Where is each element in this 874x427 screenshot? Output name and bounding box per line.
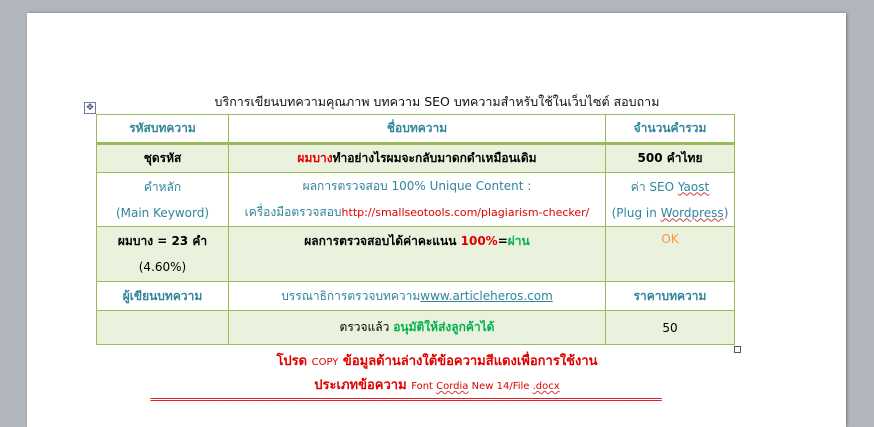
note-instruction: ข้อมูลด้านล่างใต้ข้อความสีแดงเพื่อการใช้… xyxy=(338,354,598,369)
article-title-cell: ผมบางทำอย่างไรผมจะกลับมาดกดำเหมือนเดิม xyxy=(228,143,606,173)
score-equals: = xyxy=(497,234,508,248)
editor-site-link[interactable]: www.articleheros.com xyxy=(420,289,553,303)
check-result-text: ผลการตรวจสอบ 100% Unique Content : xyxy=(302,179,532,193)
note-please: โปรด xyxy=(276,354,312,369)
main-keyword-cell: คำหลัก (Main Keyword) xyxy=(96,172,229,227)
separator-line: ========================================… xyxy=(150,393,662,406)
score-label: ผลการตรวจสอบได้ค่าคะแนน xyxy=(304,234,461,248)
price-value-cell: 50 xyxy=(605,310,735,345)
seo-value-cell: ค่า SEO Yaost (Plug in Wordpress) xyxy=(605,172,735,227)
check-tool-link[interactable]: http://smallseotools.com/plagiarism-chec… xyxy=(342,206,590,219)
table-header-row: รหัสบทความ ชื่อบทความ จำนวนคำรวม xyxy=(96,114,735,144)
format-new: New 14/File xyxy=(468,381,533,392)
document-title: บริการเขียนบทความคุณภาพ บทความ SEO บทควา… xyxy=(214,94,660,109)
format-instruction: ประเภทข้อความ Font Cordia New 14/File .d… xyxy=(0,374,874,395)
plagiarism-check-cell: ผลการตรวจสอบ 100% Unique Content : เครื่… xyxy=(228,172,606,227)
plugin-open: (Plug in xyxy=(611,205,661,220)
header-article-title: ชื่อบทความ xyxy=(228,114,606,144)
table-row: ผู้เขียนบทความ บรรณาธิการตรวจบทความwww.a… xyxy=(96,281,735,311)
approved-label: อนุมัติให้ส่งลูกค้าได้ xyxy=(393,320,495,334)
score-cell: ผลการตรวจสอบได้ค่าคะแนน 100%=ผ่าน xyxy=(228,226,606,282)
plugin-close: ) xyxy=(723,205,729,220)
keyword-count: ผมบาง = 23 คำ xyxy=(117,234,208,248)
article-info-table: รหัสบทความ ชื่อบทความ จำนวนคำรวม ชุดรหัส… xyxy=(96,114,735,345)
table-row: ตรวจแล้ว อนุมัติให้ส่งลูกค้าได้ 50 xyxy=(96,310,735,345)
score-value: 100% xyxy=(460,234,498,248)
table-row: ผมบาง = 23 คำ (4.60%) ผลการตรวจสอบได้ค่า… xyxy=(96,226,735,282)
keyword-sublabel: (Main Keyword) xyxy=(115,205,210,220)
check-tool-label: เครื่องมือตรวจสอบ xyxy=(244,205,342,219)
table-row: ชุดรหัส ผมบางทำอย่างไรผมจะกลับมาดกดำเหมื… xyxy=(96,143,735,173)
keyword-label: คำหลัก xyxy=(143,179,182,194)
checked-label: ตรวจแล้ว xyxy=(339,320,394,334)
format-font: Font xyxy=(411,381,437,392)
note-copy-word: COPY xyxy=(311,357,339,368)
table-row: คำหลัก (Main Keyword) ผลการตรวจสอบ 100% … xyxy=(96,172,735,227)
editor-label: บรรณาธิการตรวจบทความ xyxy=(281,288,421,303)
copy-instruction: โปรด COPY ข้อมูลด้านล่างใต้ข้อความสีแดงเ… xyxy=(0,350,874,371)
approval-cell: ตรวจแล้ว อนุมัติให้ส่งลูกค้าได้ xyxy=(228,310,606,345)
seo-label: ค่า SEO xyxy=(630,179,678,194)
format-cordia: Cordia xyxy=(436,381,469,392)
keyword-density-cell: ผมบาง = 23 คำ (4.60%) xyxy=(96,226,229,282)
format-label: ประเภทข้อความ xyxy=(314,378,412,393)
title-keyword: ผมบาง xyxy=(297,151,333,165)
editor-cell: บรรณาธิการตรวจบทความwww.articleheros.com xyxy=(228,281,606,311)
writer-label-cell: ผู้เขียนบทความ xyxy=(96,281,229,311)
word-count-cell: 500 คำไทย xyxy=(605,143,735,173)
keyword-percent: (4.60%) xyxy=(138,260,187,274)
seo-plugin-name: Yaost xyxy=(677,179,710,194)
table-move-icon[interactable]: ✥ xyxy=(84,102,96,114)
format-docx: .docx xyxy=(532,381,560,392)
plugin-wordpress: Wordpress xyxy=(660,205,724,220)
title-rest: ทำอย่างไรผมจะกลับมาดกดำเหมือนเดิม xyxy=(332,151,537,165)
price-label-cell: ราคาบทความ xyxy=(605,281,735,311)
header-word-count: จำนวนคำรวม xyxy=(605,114,735,144)
article-code-cell: ชุดรหัส xyxy=(96,143,229,173)
seo-ok-cell: OK xyxy=(605,226,735,282)
score-pass: ผ่าน xyxy=(507,234,530,248)
empty-cell xyxy=(96,310,229,345)
header-article-code: รหัสบทความ xyxy=(96,114,229,144)
